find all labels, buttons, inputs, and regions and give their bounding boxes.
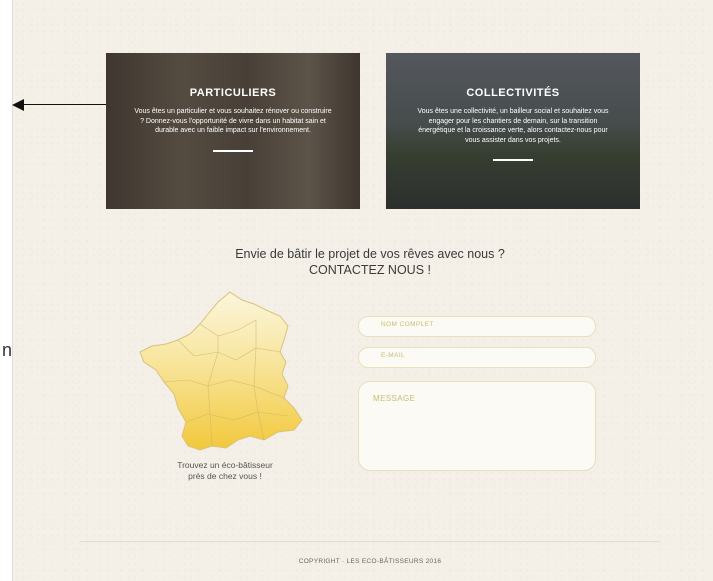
card-collectivites[interactable]: COLLECTIVITÉS Vous êtes une collectivité…: [386, 53, 640, 209]
email-field[interactable]: E-MAIL: [358, 347, 596, 368]
france-map[interactable]: [138, 290, 308, 458]
headline-line1: Envie de bâtir le projet de vos rêves av…: [235, 247, 505, 261]
message-placeholder: MESSAGE: [373, 394, 416, 403]
card-underline: [213, 149, 253, 152]
card-text: Vous êtes une collectivité, un bailleur …: [417, 108, 609, 144]
left-strip: [0, 0, 12, 581]
card-title: COLLECTIVITÉS: [466, 87, 560, 99]
stray-text: n: [2, 340, 13, 360]
map-caption-line1: Trouvez un éco-bâtisseur: [177, 460, 273, 470]
card-particuliers[interactable]: PARTICULIERS Vous êtes un particulier et…: [106, 53, 360, 209]
card-title: PARTICULIERS: [189, 87, 277, 99]
contact-headline: Envie de bâtir le projet de vos rêves av…: [150, 246, 590, 278]
name-field[interactable]: NOM COMPLET: [358, 316, 596, 337]
map-caption-line2: près de chez vous !: [188, 471, 262, 481]
headline-line2: CONTACTEZ NOUS !: [309, 263, 431, 277]
card-underline: [493, 159, 533, 161]
message-textarea[interactable]: MESSAGE: [358, 381, 596, 471]
arrow-left-icon: [12, 98, 106, 112]
card-text: Vous êtes un particulier et vous souhait…: [134, 108, 332, 134]
copyright-text: COPYRIGHT · LES ECO-BÂTISSEURS 2016: [298, 558, 442, 565]
france-outline: [139, 291, 303, 451]
map-caption: Trouvez un éco-bâtisseur près de chez vo…: [150, 460, 300, 482]
email-placeholder: E-MAIL: [381, 352, 406, 359]
footer-divider: [80, 541, 660, 542]
name-placeholder: NOM COMPLET: [381, 321, 434, 328]
